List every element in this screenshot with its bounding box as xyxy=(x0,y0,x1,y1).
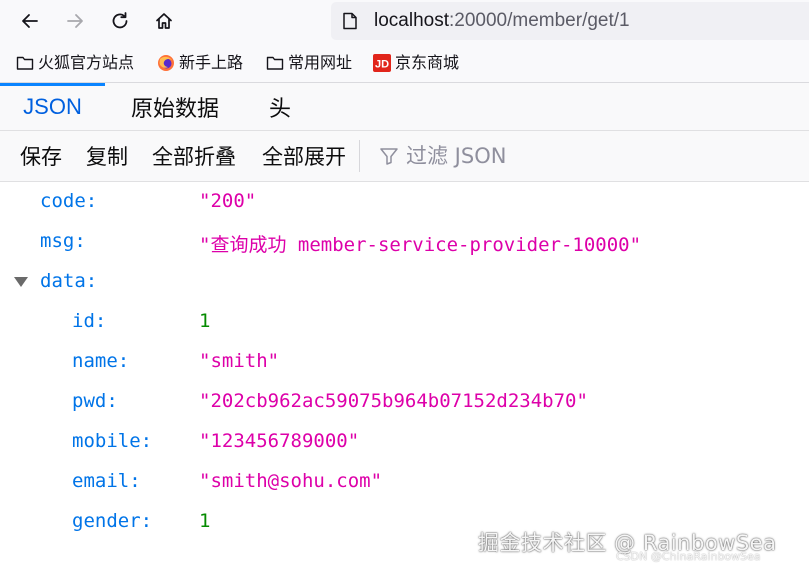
filter-box[interactable] xyxy=(378,131,706,181)
json-row-mobile[interactable]: mobile: "123456789000" xyxy=(0,422,809,462)
json-key: pwd: xyxy=(72,390,118,412)
save-button[interactable]: 保存 xyxy=(20,131,62,181)
json-key: gender: xyxy=(72,510,153,532)
bookmark-jd-mall[interactable]: JD 京东商城 xyxy=(373,52,459,74)
jd-logo-icon: JD xyxy=(373,54,391,72)
back-button[interactable] xyxy=(16,7,44,35)
bookmark-common-sites[interactable]: 常用网址 xyxy=(266,52,352,74)
filter-json-input[interactable] xyxy=(406,144,706,168)
page-icon xyxy=(343,12,357,30)
bookmark-firefox-official[interactable]: 火狐官方站点 xyxy=(16,52,134,74)
toolbar-divider xyxy=(359,140,360,172)
folder-icon xyxy=(266,54,284,72)
json-row-id[interactable]: id: 1 xyxy=(0,302,809,342)
url-text[interactable]: localhost:20000/member/get/1 xyxy=(374,10,630,32)
json-value-string: "202cb962ac59075b964b07152d234b70" xyxy=(199,390,588,412)
watermark-csdn: CSDN @ChinaRainbowSea xyxy=(616,550,761,563)
json-tree: code: "200" msg: "查询成功 member-service-pr… xyxy=(0,182,809,571)
json-value-string: "smith" xyxy=(199,350,280,372)
json-key: code: xyxy=(40,190,98,212)
json-row-msg[interactable]: msg: "查询成功 member-service-provider-10000… xyxy=(0,222,809,262)
bookmark-label: 新手上路 xyxy=(179,53,244,72)
expand-all-button[interactable]: 全部展开 xyxy=(262,131,346,181)
json-row-data[interactable]: data: xyxy=(0,262,809,302)
url-host: localhost xyxy=(374,10,449,31)
json-key: email: xyxy=(72,470,141,492)
firefox-icon xyxy=(157,54,175,72)
forward-arrow-icon xyxy=(67,14,83,28)
json-key: mobile: xyxy=(72,430,153,452)
json-key: msg: xyxy=(40,230,86,252)
tab-headers[interactable]: 头 xyxy=(256,83,304,130)
tab-raw-data[interactable]: 原始数据 xyxy=(116,83,234,130)
svg-text:JD: JD xyxy=(375,59,389,71)
folder-icon xyxy=(16,54,34,72)
url-path: :20000/member/get/1 xyxy=(449,10,630,31)
url-bar[interactable]: localhost:20000/member/get/1 xyxy=(331,2,809,40)
filter-icon xyxy=(378,145,400,167)
back-arrow-icon xyxy=(22,14,38,28)
home-button[interactable] xyxy=(150,7,178,35)
reload-icon xyxy=(112,12,128,29)
json-row-email[interactable]: email: "smith@sohu.com" xyxy=(0,462,809,502)
viewer-tabs: JSON 原始数据 头 xyxy=(0,83,809,130)
bookmarks-toolbar: 火狐官方站点 新手上路 常用网址 JD 京东商城 xyxy=(0,42,809,83)
collapse-all-button[interactable]: 全部折叠 xyxy=(152,131,236,181)
json-toolbar: 保存 复制 全部折叠 全部展开 xyxy=(0,130,809,182)
json-value-string: "123456789000" xyxy=(199,430,360,452)
json-value-number: 1 xyxy=(199,510,211,532)
reload-button[interactable] xyxy=(106,7,134,35)
json-row-name[interactable]: name: "smith" xyxy=(0,342,809,382)
json-key: id: xyxy=(72,310,107,332)
bookmark-label: 京东商城 xyxy=(395,53,460,72)
json-key: data: xyxy=(40,270,98,292)
json-value-string: "smith@sohu.com" xyxy=(199,470,383,492)
bookmark-label: 常用网址 xyxy=(288,53,353,72)
json-row-code[interactable]: code: "200" xyxy=(0,182,809,222)
json-value-string: "查询成功 member-service-provider-10000" xyxy=(199,234,642,256)
json-key: name: xyxy=(72,350,130,372)
forward-button[interactable] xyxy=(61,7,89,35)
expand-triangle-icon[interactable] xyxy=(12,275,30,289)
tab-json[interactable]: JSON xyxy=(0,83,105,130)
home-icon xyxy=(156,13,172,29)
json-value-string: "200" xyxy=(199,190,257,212)
json-row-pwd[interactable]: pwd: "202cb962ac59075b964b07152d234b70" xyxy=(0,382,809,422)
bookmark-getting-started[interactable]: 新手上路 xyxy=(157,52,243,74)
bookmark-label: 火狐官方站点 xyxy=(38,53,135,72)
json-value-number: 1 xyxy=(199,310,211,332)
navigation-bar: localhost:20000/member/get/1 xyxy=(0,0,809,42)
copy-button[interactable]: 复制 xyxy=(86,131,128,181)
